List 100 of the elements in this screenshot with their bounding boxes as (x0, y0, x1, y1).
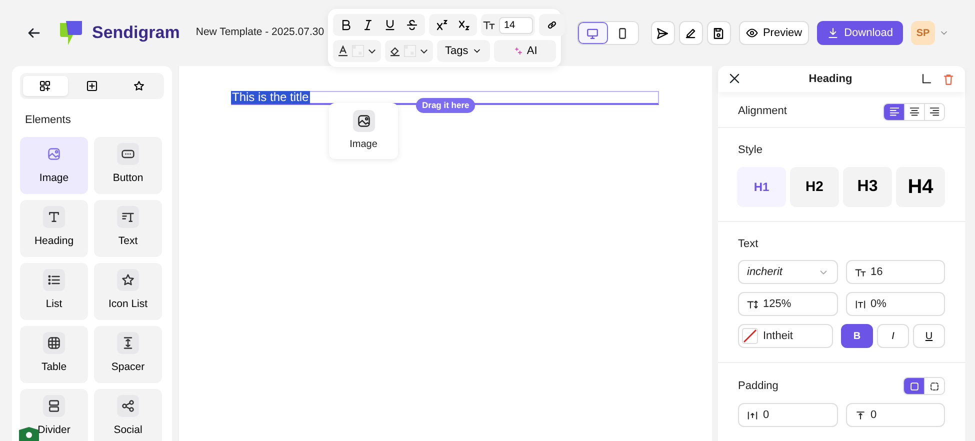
section-label: Alignment (738, 104, 787, 120)
star-icon (121, 273, 135, 288)
align-left-button[interactable] (884, 104, 904, 120)
no-color-swatch-icon (742, 328, 758, 344)
drag-preview-label: Image (350, 138, 378, 152)
star-icon (132, 80, 145, 92)
monitor-icon (586, 26, 600, 40)
element-tile[interactable]: Divider (20, 388, 88, 441)
tags-dropdown[interactable]: Tags (437, 40, 490, 62)
segmented-control[interactable] (883, 102, 945, 121)
font-size-icon (854, 266, 866, 278)
align-center-icon (909, 106, 920, 118)
heading-level-button[interactable]: H2 (790, 166, 839, 206)
eye-icon (746, 27, 758, 39)
preview-button[interactable]: Preview (738, 21, 810, 45)
text-color-icon (337, 45, 349, 57)
uniform-padding-button[interactable] (904, 378, 924, 394)
bold-icon (340, 19, 352, 31)
font-size-input[interactable]: 14 (499, 16, 533, 34)
desktop-view-button[interactable] (578, 22, 608, 44)
align-left-icon (888, 106, 900, 118)
strikethrough-icon (406, 19, 418, 31)
send-button[interactable] (650, 21, 675, 45)
pen-icon (684, 26, 698, 40)
section-label: Padding (738, 378, 778, 394)
elements-tab[interactable] (23, 76, 68, 96)
color-field[interactable]: Intheit (738, 324, 833, 348)
text-color-button[interactable] (333, 40, 381, 62)
elements-icon (39, 80, 52, 92)
color-swatch-icon (352, 45, 364, 57)
heading-text[interactable]: This is the title (231, 91, 310, 104)
padding-field[interactable]: 0 (738, 403, 838, 427)
table-icon (47, 336, 61, 350)
square-icon (908, 380, 920, 392)
dashed-square-icon (929, 380, 940, 392)
heading-level-button[interactable]: H3 (843, 166, 892, 206)
brand-name: Sendigram (92, 22, 180, 44)
drag-preview-card[interactable]: Image (329, 103, 398, 159)
italic-icon (362, 19, 374, 31)
heading-level-button[interactable]: H1 (737, 166, 786, 206)
element-tile[interactable]: Image (20, 136, 88, 194)
download-button[interactable]: Download (817, 21, 903, 45)
segmented-control[interactable] (903, 377, 945, 395)
highlight-color-button[interactable] (385, 40, 433, 62)
corner-icon[interactable] (920, 73, 932, 86)
element-tile[interactable]: Heading (20, 200, 88, 256)
format-toggle-button[interactable]: U (913, 324, 945, 348)
divider-icon (47, 399, 61, 414)
link-icon (546, 19, 558, 31)
letter-spacing-field[interactable]: 0% (846, 292, 945, 316)
superscript-icon (436, 19, 448, 31)
individual-padding-button[interactable] (924, 378, 944, 394)
ai-button[interactable]: AI (494, 40, 556, 62)
sparkle-icon (512, 46, 523, 56)
image-icon (47, 147, 61, 162)
image-icon (356, 114, 370, 128)
padding-field[interactable]: 0 (846, 403, 945, 427)
panel-title: Heading (808, 72, 854, 87)
download-icon (827, 27, 840, 39)
logo-icon (58, 19, 84, 47)
share-icon (121, 399, 135, 414)
shield-icon[interactable] (18, 427, 40, 441)
format-toggle-button[interactable]: B (841, 324, 873, 348)
heading-level-button[interactable]: H4 (896, 166, 945, 206)
highlight-color-icon (389, 45, 401, 57)
align-right-button[interactable] (924, 104, 944, 120)
letter-spacing-icon (854, 298, 866, 310)
line-height-field[interactable]: 125% (738, 292, 838, 316)
horizontal-padding-icon (854, 410, 866, 420)
document-title: New Template - 2025.07.30 (196, 25, 324, 40)
drop-hint: Drag it here (416, 98, 476, 113)
element-tile[interactable]: Spacer (94, 326, 162, 382)
format-toggle-button[interactable]: I (877, 324, 909, 348)
underline-icon (384, 19, 396, 31)
save-button[interactable] (706, 21, 731, 45)
delete-icon[interactable] (942, 72, 955, 86)
font-size-icon (483, 19, 495, 31)
element-tile[interactable]: Icon List (94, 262, 162, 320)
line-height-icon (747, 298, 758, 310)
align-right-icon (929, 106, 940, 118)
save-icon (712, 26, 726, 40)
text-icon (121, 210, 135, 224)
element-tile[interactable]: List (20, 262, 88, 320)
element-tile[interactable]: Social (94, 388, 162, 441)
element-tile[interactable]: Button (94, 136, 162, 194)
spacer-icon (121, 336, 135, 350)
font-size-field[interactable]: 16 (846, 260, 945, 284)
font-select[interactable]: incherit (738, 260, 838, 284)
list-icon (47, 273, 61, 288)
section-label: Style (738, 143, 764, 158)
edit-button[interactable] (678, 21, 703, 45)
element-tile[interactable]: Table (20, 326, 88, 382)
heading-icon (47, 210, 61, 224)
vertical-padding-icon (747, 410, 758, 420)
element-tile[interactable]: Text (94, 200, 162, 256)
color-swatch-icon (404, 45, 416, 57)
send-icon (656, 26, 670, 40)
section-label: Text (738, 236, 760, 252)
close-icon (728, 72, 741, 86)
layout-icon (86, 80, 98, 92)
